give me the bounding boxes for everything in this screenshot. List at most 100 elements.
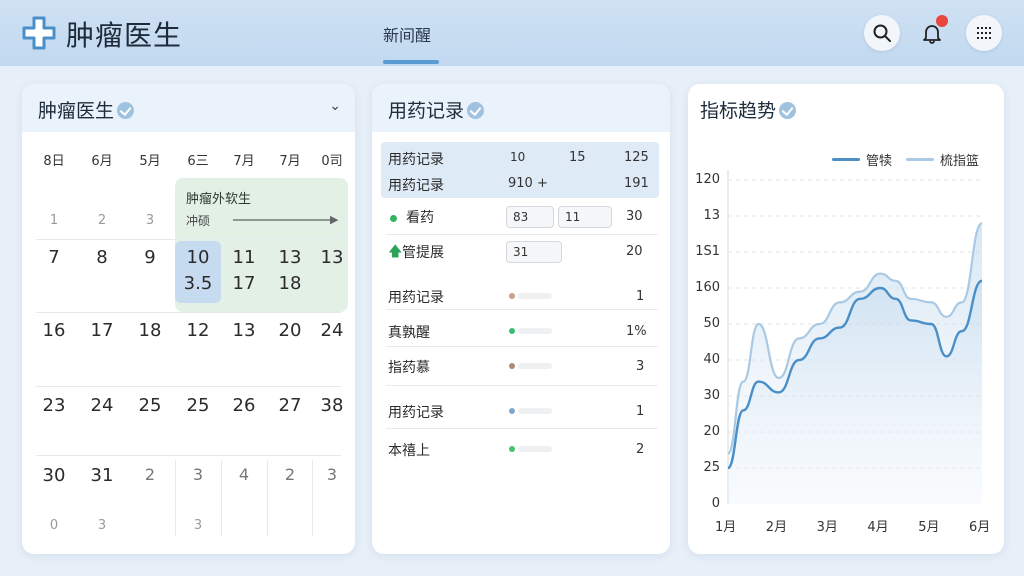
medication-row[interactable]: 用药记录 1 [372, 285, 670, 319]
calendar-day[interactable]: 24 [79, 395, 125, 416]
calendar-day[interactable]: 17 [79, 320, 125, 341]
weekday-header: 8日 [43, 154, 65, 169]
calendar-day[interactable]: 3 [175, 518, 221, 533]
arrow-right-icon: ▶ [330, 213, 339, 226]
chevron-down-icon[interactable]: ⌄ [329, 98, 341, 114]
week-divider [36, 455, 341, 456]
calendar-card-header: 肿瘤医生 ⌄ [22, 84, 355, 132]
medication-value: 1 [636, 289, 645, 304]
calendar-title-text: 肿瘤医生 [38, 100, 115, 122]
calendar-day[interactable]: 11 [221, 247, 267, 268]
trend-card: 指标趋势 0 25 20 30 40 50 160 1S1 13 120 1月 2月 3月 4月 5月 6月管… [688, 84, 1004, 554]
legend-swatch [832, 158, 860, 161]
calendar-day[interactable]: 8 [79, 247, 125, 268]
weekday-header: 6月 [91, 154, 113, 169]
row-divider [386, 234, 658, 235]
menu-icon [977, 27, 991, 39]
status-dot [509, 363, 515, 369]
calendar-day[interactable]: 13 [267, 247, 313, 268]
medication-label: 看药 [406, 210, 434, 226]
medication-value: 1% [626, 324, 647, 339]
x-tick-label: 4月 [867, 520, 889, 535]
calendar-day[interactable]: 23 [31, 395, 77, 416]
status-dot [509, 293, 515, 299]
calendar-day[interactable]: 1 [31, 213, 77, 228]
calendar-day[interactable]: 10 [175, 247, 221, 268]
y-tick-label: 0 [711, 496, 720, 511]
notification-badge [936, 15, 948, 27]
dose-box[interactable]: 11 [558, 206, 612, 228]
medication-row[interactable]: 指药慕 3 [372, 355, 670, 389]
medication-value: 2 [636, 442, 645, 457]
calendar-day[interactable]: 3 [309, 465, 355, 484]
calendar-day[interactable]: 17 [221, 273, 267, 294]
medication-card: 用药记录 用药记录 10 15 125 用药记录 910 + 191 看药 83… [372, 84, 670, 554]
calendar-day[interactable]: 4 [221, 465, 267, 484]
calendar-day[interactable]: 13 [221, 320, 267, 341]
row-divider [386, 346, 658, 347]
x-tick-label: 1月 [715, 520, 737, 535]
summary-col1: 10 [510, 150, 526, 164]
calendar-day[interactable]: 3 [175, 465, 221, 484]
search-icon [873, 24, 891, 42]
summary-col3: 191 [624, 176, 649, 191]
calendar-day[interactable]: 13 [309, 247, 355, 268]
progress-bar [518, 446, 552, 452]
legend-label: 梳指篮 [940, 154, 980, 169]
tab-main[interactable]: 新间醒 [383, 22, 431, 46]
calendar-day[interactable]: 30 [31, 465, 77, 486]
calendar-day[interactable]: 27 [267, 395, 313, 416]
calendar-day[interactable]: 18 [267, 273, 313, 294]
calendar-day[interactable]: 31 [79, 465, 125, 486]
app-header: 肿瘤医生 新间醒 [0, 0, 1024, 66]
summary-label: 用药记录 [388, 178, 444, 194]
medication-label: 本禧上 [388, 443, 430, 459]
event-range-line [233, 219, 333, 221]
medication-row[interactable]: 真孰醒 1% [372, 320, 670, 354]
notifications-button[interactable] [914, 15, 950, 51]
tab-active-indicator [383, 60, 439, 64]
calendar-day[interactable]: 16 [31, 320, 77, 341]
row-divider [386, 385, 658, 386]
series-area [728, 280, 982, 504]
progress-bar [518, 363, 552, 369]
weekday-header: 7月 [279, 154, 301, 169]
y-tick-label: 120 [695, 172, 720, 187]
dose-box[interactable]: 83 [506, 206, 554, 228]
calendar-day[interactable]: 18 [127, 320, 173, 341]
summary-label: 用药记录 [388, 152, 444, 168]
status-dot [390, 215, 397, 222]
calendar-day[interactable]: 12 [175, 320, 221, 341]
medication-label: 指药慕 [388, 360, 430, 376]
y-tick-label: 1S1 [695, 244, 720, 259]
calendar-day[interactable]: 2 [267, 465, 313, 484]
medication-value: 3 [636, 359, 645, 374]
summary-col2: 15 [569, 150, 586, 165]
calendar-day[interactable]: 25 [127, 395, 173, 416]
calendar-day[interactable]: 25 [175, 395, 221, 416]
medication-summary-row: 用药记录 910 + 191 [372, 172, 670, 206]
medication-row[interactable]: 本禧上 2 [372, 438, 670, 472]
calendar-day[interactable]: 24 [309, 320, 355, 341]
calendar-day[interactable]: 20 [267, 320, 313, 341]
dose-box[interactable]: 31 [506, 241, 562, 263]
week-divider [36, 312, 341, 313]
medication-row[interactable]: 🡅 管提展 31 20 [372, 240, 670, 274]
plus-cross-logo-icon [22, 16, 56, 50]
calendar-day[interactable]: 0 [31, 518, 77, 533]
calendar-day[interactable]: 3.5 [175, 273, 221, 294]
y-tick-label: 13 [703, 208, 720, 223]
calendar-day[interactable]: 9 [127, 247, 173, 268]
search-button[interactable] [864, 15, 900, 51]
calendar-day[interactable]: 7 [31, 247, 77, 268]
calendar-day[interactable]: 38 [309, 395, 355, 416]
menu-button[interactable] [966, 15, 1002, 51]
status-dot [509, 408, 515, 414]
day-divider [175, 460, 176, 536]
y-tick-label: 160 [695, 280, 720, 295]
calendar-day[interactable]: 26 [221, 395, 267, 416]
calendar-day[interactable]: 3 [127, 213, 173, 228]
calendar-day[interactable]: 2 [79, 213, 125, 228]
calendar-day[interactable]: 3 [79, 518, 125, 533]
calendar-day[interactable]: 2 [127, 465, 173, 484]
